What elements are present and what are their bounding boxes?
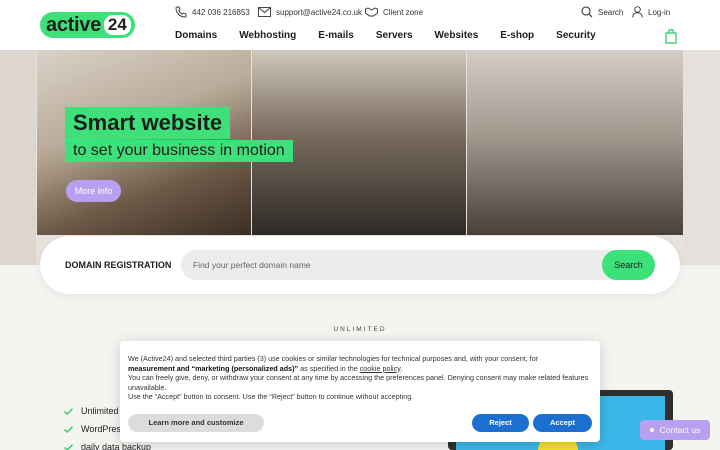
cookie-text-line2: as specified in the bbox=[298, 363, 360, 373]
domain-search-button[interactable]: Search bbox=[602, 250, 655, 280]
login-label: Log-in bbox=[648, 7, 671, 17]
phone-icon bbox=[175, 6, 187, 18]
nav-security[interactable]: Security bbox=[556, 30, 595, 41]
search-label: Search bbox=[598, 7, 624, 17]
nav-eshop[interactable]: E-shop bbox=[500, 30, 534, 41]
nav-emails[interactable]: E-mails bbox=[318, 30, 354, 41]
feature-text: daily data backup bbox=[81, 442, 152, 450]
checkmark-icon bbox=[64, 407, 73, 415]
contact-us-label: Contact us bbox=[659, 425, 701, 435]
contact-us-button[interactable]: Contact us bbox=[640, 420, 710, 440]
handshake-icon bbox=[365, 7, 378, 17]
hero-banner: Smart website to set your business in mo… bbox=[0, 50, 720, 265]
cookie-consent-banner: We (Active24) and selected third parties… bbox=[120, 341, 600, 442]
hero-title: Smart website bbox=[65, 107, 231, 139]
active24-logo[interactable]: active 24 bbox=[40, 12, 135, 38]
learn-more-customize-button[interactable]: Learn more and customize bbox=[128, 414, 264, 432]
nav-webhosting[interactable]: Webhosting bbox=[239, 30, 296, 41]
chat-dot-icon bbox=[649, 428, 654, 432]
mail-icon bbox=[258, 7, 271, 17]
logo-text: active bbox=[46, 13, 101, 36]
client-zone-link[interactable]: Client zone bbox=[365, 5, 423, 19]
hero-side-image-right bbox=[684, 50, 720, 265]
checkmark-icon bbox=[64, 425, 73, 433]
cookie-text-line4: Use the “Accept” button to consent. Use … bbox=[128, 392, 414, 402]
hero-image-dancers bbox=[467, 50, 683, 235]
phone-link[interactable]: 442 036 216853 bbox=[175, 5, 250, 19]
search-link[interactable]: Search bbox=[581, 5, 623, 19]
nav-websites[interactable]: Websites bbox=[435, 30, 479, 41]
feature-text: WordPress bbox=[81, 424, 126, 434]
domain-registration-label: DOMAIN REGISTRATION bbox=[65, 260, 172, 270]
cookie-text-period: . bbox=[400, 363, 403, 373]
phone-number: 442 036 216853 bbox=[192, 7, 250, 17]
site-header: active 24 442 036 216853 support@active2… bbox=[0, 0, 720, 50]
hero-side-image-left bbox=[0, 50, 36, 265]
reject-button[interactable]: Reject bbox=[472, 414, 529, 432]
domain-search-box: DOMAIN REGISTRATION Search bbox=[40, 236, 680, 294]
shopping-bag-icon bbox=[665, 29, 677, 44]
client-zone-label: Client zone bbox=[383, 7, 424, 17]
section-eyebrow: UNLIMITED bbox=[333, 326, 387, 333]
email-address: support@active24.co.uk bbox=[276, 7, 362, 17]
main-nav: Domains Webhosting E-mails Servers Websi… bbox=[175, 30, 618, 41]
nav-domains[interactable]: Domains bbox=[175, 30, 217, 41]
cookie-text-line1: We (Active24) and selected third parties… bbox=[128, 354, 539, 363]
search-icon bbox=[581, 6, 593, 18]
nav-servers[interactable]: Servers bbox=[376, 30, 413, 41]
cookie-text: We (Active24) and selected third parties… bbox=[128, 354, 592, 402]
checkmark-icon bbox=[64, 443, 73, 450]
cookie-policy-link[interactable]: cookie policy bbox=[360, 364, 401, 373]
cookie-text-line3: You can freely give, deny, or withdraw y… bbox=[128, 373, 589, 392]
domain-search-input[interactable] bbox=[181, 250, 651, 280]
hero-subtitle: to set your business in motion bbox=[65, 140, 293, 162]
user-icon bbox=[632, 6, 643, 18]
email-link[interactable]: support@active24.co.uk bbox=[258, 5, 362, 19]
more-info-button[interactable]: More info bbox=[66, 180, 121, 202]
cookie-text-bold: measurement and “marketing (personalized… bbox=[128, 363, 299, 373]
cart-button[interactable] bbox=[665, 29, 677, 49]
login-link[interactable]: Log-in bbox=[632, 5, 670, 19]
accept-button[interactable]: Accept bbox=[533, 414, 592, 432]
logo-number: 24 bbox=[103, 15, 131, 35]
